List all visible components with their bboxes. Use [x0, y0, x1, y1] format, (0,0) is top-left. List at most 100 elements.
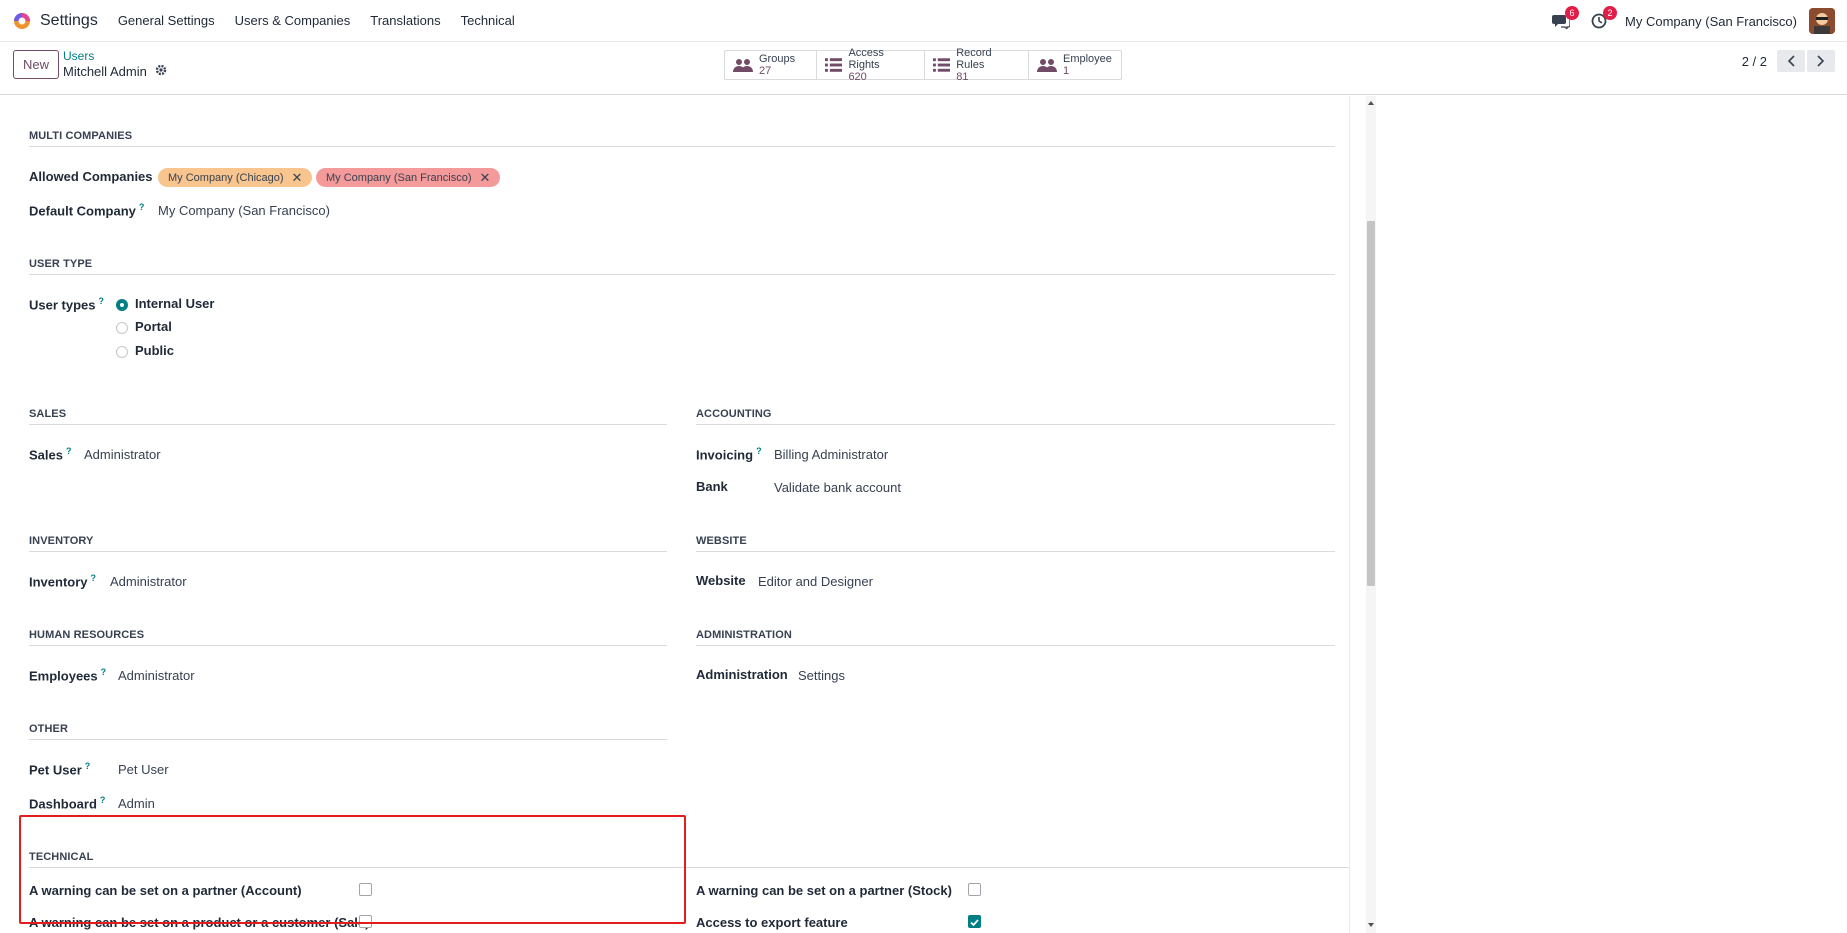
brand: Settings [12, 11, 118, 31]
stat-label: Employee [1063, 53, 1112, 65]
website-label: Website [696, 573, 746, 588]
section-title-administration: ADMINISTRATION [696, 629, 792, 641]
scrollbar-thumb[interactable] [1367, 221, 1375, 586]
help-icon[interactable]: ? [98, 296, 104, 306]
technical-option-checkbox[interactable] [968, 883, 981, 896]
access-rights-smart-button[interactable]: Access Rights 620 [817, 47, 925, 83]
inventory-field[interactable]: Administrator [110, 574, 187, 589]
radio-label-public[interactable]: Public [135, 343, 174, 358]
default-company-label: Default Company? [29, 202, 145, 219]
pager: 2 / 2 [1742, 50, 1847, 72]
invoicing-field[interactable]: Billing Administrator [774, 447, 888, 462]
section-separator [696, 645, 1335, 646]
sales-label: Sales? [29, 446, 72, 463]
help-icon[interactable]: ? [139, 202, 145, 212]
pet-user-label: Pet User? [29, 761, 91, 778]
section-title-sales: SALES [29, 408, 67, 420]
activities-badge: 2 [1603, 6, 1618, 20]
stat-value: 1 [1063, 65, 1070, 77]
company-switcher[interactable]: My Company (San Francisco) [1625, 14, 1797, 29]
activities-button[interactable]: 2 [1587, 6, 1618, 33]
employee-smart-button[interactable]: Employee 1 [1029, 51, 1121, 79]
section-title-human-resources: HUMAN RESOURCES [29, 629, 145, 641]
pager-value[interactable]: 2 / 2 [1742, 54, 1767, 69]
gear-icon[interactable] [155, 64, 167, 79]
pager-previous-button[interactable] [1777, 50, 1805, 72]
help-icon[interactable]: ? [100, 795, 106, 805]
administration-label: Administration [696, 667, 788, 682]
user-avatar[interactable] [1809, 8, 1835, 34]
technical-option-checkbox-checked[interactable] [968, 915, 981, 928]
company-tag[interactable]: My Company (San Francisco) ✕ [316, 168, 501, 187]
form-sheet: MULTI COMPANIES Allowed Companies My Com… [0, 96, 1350, 933]
menu-translations[interactable]: Translations [370, 13, 440, 28]
scroll-down-arrow-icon[interactable] [1367, 921, 1375, 929]
new-button[interactable]: New [13, 50, 59, 79]
section-separator [696, 424, 1335, 425]
record-title: Mitchell Admin [63, 64, 147, 79]
section-separator [29, 146, 1335, 147]
help-icon[interactable]: ? [85, 761, 91, 771]
breadcrumb-current: Mitchell Admin [63, 64, 167, 79]
section-separator [29, 551, 667, 552]
administration-field[interactable]: Settings [798, 668, 845, 683]
help-icon[interactable]: ? [91, 573, 97, 583]
groups-smart-button[interactable]: Groups 27 [725, 51, 817, 79]
radio-label-internal-user[interactable]: Internal User [135, 296, 214, 311]
control-panel: New Users Mitchell Admin Groups 27 Acces… [0, 42, 1847, 95]
radio-public[interactable] [116, 346, 128, 358]
help-icon[interactable]: ? [756, 446, 762, 456]
section-separator [29, 424, 667, 425]
user-types-label: User types? [29, 296, 104, 313]
dashboard-field[interactable]: Admin [118, 796, 155, 811]
section-title-multi-companies: MULTI COMPANIES [29, 130, 133, 142]
odoo-logo-icon[interactable] [12, 11, 32, 31]
smart-buttons: Groups 27 Access Rights 620 Record Rules… [724, 47, 1122, 83]
sales-field[interactable]: Administrator [84, 447, 161, 462]
radio-internal-user[interactable] [116, 299, 128, 311]
default-company-field[interactable]: My Company (San Francisco) [158, 203, 330, 218]
section-title-user-type: USER TYPE [29, 258, 93, 270]
check-icon [970, 919, 979, 927]
remove-tag-icon[interactable]: ✕ [480, 170, 491, 186]
website-field[interactable]: Editor and Designer [758, 574, 873, 589]
section-separator [29, 274, 1335, 275]
section-title-other: OTHER [29, 723, 68, 735]
company-tag[interactable]: My Company (Chicago) ✕ [158, 168, 313, 187]
allowed-companies-label: Allowed Companies [29, 169, 153, 184]
users-icon [1037, 59, 1057, 72]
scroll-up-arrow-icon[interactable] [1367, 99, 1375, 107]
stat-value: 620 [848, 71, 867, 83]
technical-option-label: A warning can be set on a partner (Stock… [696, 883, 952, 898]
stat-label: Record Rules [956, 47, 992, 71]
section-title-accounting: ACCOUNTING [696, 408, 772, 420]
record-rules-smart-button[interactable]: Record Rules 81 [925, 47, 1029, 83]
menu-users-companies[interactable]: Users & Companies [235, 13, 351, 28]
breadcrumb-users[interactable]: Users [63, 49, 94, 63]
help-icon[interactable]: ? [101, 667, 107, 677]
help-icon[interactable]: ? [66, 446, 72, 456]
section-separator [696, 551, 1335, 552]
messaging-button[interactable]: 6 [1549, 6, 1580, 33]
radio-label-portal[interactable]: Portal [135, 319, 172, 334]
messages-badge: 6 [1565, 6, 1580, 20]
section-title-inventory: INVENTORY [29, 535, 94, 547]
chatter-area [1376, 96, 1847, 933]
employees-field[interactable]: Administrator [118, 668, 195, 683]
section-separator [29, 739, 667, 740]
menu-general-settings[interactable]: General Settings [118, 13, 215, 28]
app-name[interactable]: Settings [40, 12, 98, 30]
stat-label: Access Rights [848, 47, 884, 71]
list-icon [825, 58, 843, 72]
invoicing-label: Invoicing? [696, 446, 762, 463]
pager-next-button[interactable] [1807, 50, 1835, 72]
stat-label: Groups [759, 53, 796, 65]
radio-portal[interactable] [116, 322, 128, 334]
company-tag-label: My Company (Chicago) [168, 171, 284, 184]
remove-tag-icon[interactable]: ✕ [292, 170, 303, 186]
menu-technical[interactable]: Technical [461, 13, 515, 28]
users-icon [733, 59, 753, 72]
pet-user-field[interactable]: Pet User [118, 762, 169, 777]
chevron-left-icon [1787, 55, 1795, 67]
bank-field[interactable]: Validate bank account [774, 480, 901, 495]
